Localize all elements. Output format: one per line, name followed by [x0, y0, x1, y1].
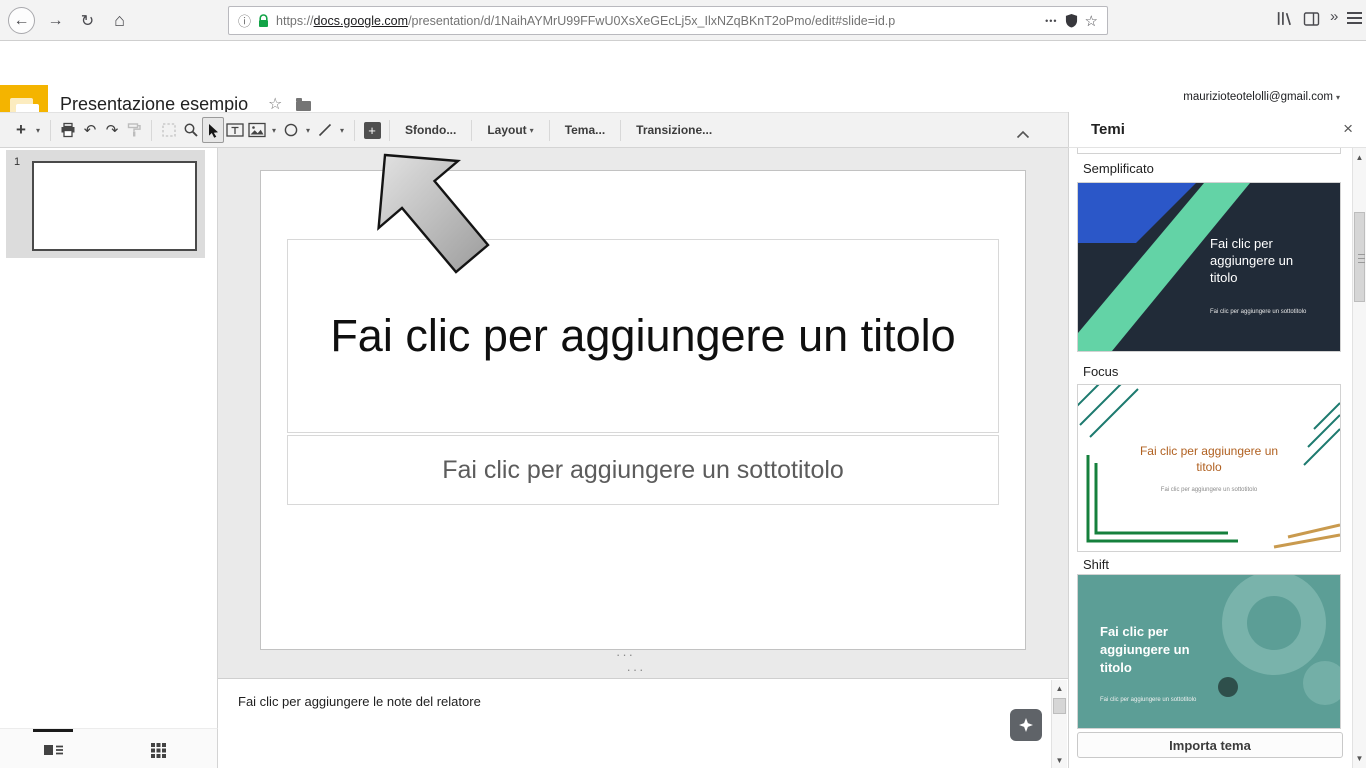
notes-scrollbar[interactable]: ▲ ▼ [1051, 680, 1067, 768]
screen: ← → ↻ ⌂ ⓘ https://docs.google.com/presen… [0, 0, 1366, 768]
select-tool-icon[interactable] [202, 117, 224, 143]
theme-thumbnail-focus[interactable]: Fai clic per aggiungere un titolo Fai cl… [1077, 384, 1341, 552]
undo-icon[interactable]: ↶ [79, 117, 101, 143]
notes-scroll-thumb[interactable] [1053, 698, 1066, 714]
insert-image-icon[interactable] [246, 117, 268, 143]
theme-thumbnail-shift[interactable]: Fai clic per aggiungere un titolo Fai cl… [1077, 574, 1341, 729]
forward-icon[interactable]: → [42, 7, 69, 34]
image-caret-icon[interactable]: ▾ [268, 117, 280, 143]
view-switcher-footer [0, 728, 218, 768]
shape-caret-icon[interactable]: ▾ [302, 117, 314, 143]
account-caret-icon: ▾ [1336, 93, 1340, 102]
back-icon[interactable]: ← [8, 7, 35, 34]
collapse-toolbar-icon[interactable] [1016, 126, 1030, 144]
grid-view-icon[interactable] [141, 738, 175, 762]
background-button[interactable]: Sfondo... [396, 117, 465, 143]
toolbar-overflow-icon[interactable]: » [1330, 8, 1338, 25]
lock-icon [258, 14, 269, 28]
sidebar-panels-icon[interactable] [1303, 12, 1320, 26]
star-document-icon[interactable]: ☆ [268, 94, 282, 114]
speaker-notes-placeholder[interactable]: Fai clic per aggiungere le note del rela… [238, 694, 481, 709]
filmstrip-view-icon[interactable] [36, 738, 70, 762]
theme-name-shift: Shift [1083, 557, 1109, 572]
paint-format-icon[interactable] [123, 117, 145, 143]
notes-scroll-down-icon[interactable]: ▼ [1052, 756, 1067, 765]
library-icon[interactable] [1276, 10, 1293, 27]
themes-panel-header: Temi × [1068, 112, 1366, 148]
themes-panel-title: Temi [1091, 121, 1125, 138]
themes-scroll-up-icon[interactable]: ▲ [1353, 153, 1366, 162]
shape-icon[interactable] [280, 117, 302, 143]
themes-scroll-down-icon[interactable]: ▼ [1353, 754, 1366, 763]
url-bar[interactable]: ⓘ https://docs.google.com/presentation/d… [228, 6, 1108, 35]
text-box-icon[interactable] [224, 117, 246, 143]
browser-chrome: ← → ↻ ⌂ ⓘ https://docs.google.com/presen… [0, 0, 1366, 41]
notes-resize-handle-icon[interactable]: ··· [616, 666, 656, 674]
slide-filmstrip: 1 [0, 148, 218, 728]
layout-button[interactable]: Layout▾ [478, 117, 542, 143]
notes-scroll-up-icon[interactable]: ▲ [1052, 684, 1067, 693]
slide-canvas-area: Fai clic per aggiungere un titolo Fai cl… [218, 148, 1068, 678]
hamburger-menu-icon[interactable] [1347, 12, 1362, 24]
subtitle-placeholder[interactable]: Fai clic per aggiungere un sottotitolo [287, 435, 999, 505]
theme-thumbnail-partial[interactable] [1077, 148, 1341, 154]
url-text[interactable]: https://docs.google.com/presentation/d/1… [276, 14, 1038, 28]
scroll-handle-icon[interactable]: ··· [616, 651, 635, 659]
refresh-icon[interactable]: ↻ [74, 7, 101, 34]
title-placeholder[interactable]: Fai clic per aggiungere un titolo [287, 239, 999, 433]
edit-toolbar: + ▾ ↶ ↷ ▾ ▾ ▾ [0, 112, 1068, 148]
theme-thumbnail-semplificato[interactable]: Fai clic per aggiungere un titolo Fai cl… [1077, 182, 1341, 352]
pocket-shield-icon[interactable] [1065, 13, 1078, 28]
insert-comment-icon[interactable]: + [361, 117, 383, 143]
active-view-indicator [33, 729, 73, 732]
transition-button[interactable]: Transizione... [627, 117, 721, 143]
slide-editor[interactable]: Fai clic per aggiungere un titolo Fai cl… [260, 170, 1026, 650]
page-actions-icon[interactable]: ••• [1045, 16, 1057, 26]
theme-name-semplificato: Semplificato [1083, 161, 1154, 176]
import-theme-button[interactable]: Importa tema [1077, 732, 1343, 758]
zoom-icon[interactable] [180, 117, 202, 143]
home-icon[interactable]: ⌂ [106, 7, 133, 34]
bookmark-star-icon[interactable]: ☆ [1085, 12, 1098, 30]
new-slide-button[interactable]: + [10, 117, 32, 143]
layout-caret-icon: ▾ [530, 126, 534, 135]
speaker-notes[interactable]: Fai clic per aggiungere le note del rela… [218, 678, 1068, 768]
slide-number: 1 [14, 156, 20, 168]
line-tool-icon[interactable] [314, 117, 336, 143]
zoom-fit-icon[interactable] [158, 117, 180, 143]
slide-thumbnail[interactable] [32, 161, 197, 251]
themes-panel: Semplificato Fai clic per aggiungere un … [1068, 148, 1352, 768]
explore-button[interactable] [1010, 709, 1042, 741]
slide-thumbnail-selected[interactable]: 1 [6, 150, 205, 258]
move-to-folder-icon[interactable] [296, 101, 311, 111]
page-info-icon[interactable]: ⓘ [238, 11, 251, 30]
theme-name-focus: Focus [1083, 364, 1118, 379]
app-header: Presentazione esempio ☆ maurizioteotelol… [0, 41, 1366, 112]
line-caret-icon[interactable]: ▾ [336, 117, 348, 143]
themes-scrollbar[interactable]: ▲ ▼ [1352, 148, 1366, 768]
theme-button[interactable]: Tema... [556, 117, 614, 143]
themes-scroll-thumb[interactable] [1354, 212, 1365, 302]
close-themes-icon[interactable]: × [1343, 119, 1353, 139]
new-slide-caret-icon[interactable]: ▾ [32, 117, 44, 143]
print-icon[interactable] [57, 117, 79, 143]
account-email[interactable]: maurizioteotelolli@gmail.com▾ [1183, 91, 1340, 103]
redo-icon[interactable]: ↷ [101, 117, 123, 143]
